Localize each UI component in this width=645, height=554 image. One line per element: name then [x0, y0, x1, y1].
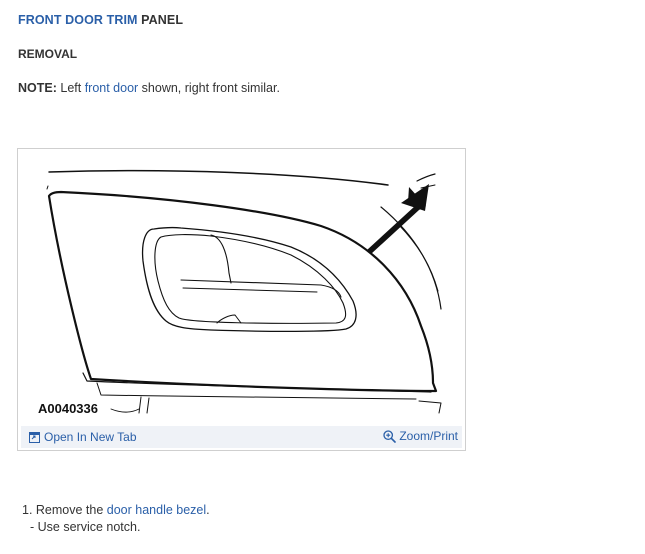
- front-door-link[interactable]: front door: [85, 81, 139, 95]
- note-text-before: Left: [56, 81, 85, 95]
- page-title: FRONT DOOR TRIM PANEL: [18, 13, 183, 27]
- zoom-in-icon: [383, 429, 397, 443]
- illustration-id-label: A0040336: [38, 401, 98, 416]
- callout-arrow: [367, 184, 429, 254]
- door-handle-bezel-link[interactable]: door handle bezel: [107, 503, 206, 517]
- open-new-tab-label: Open In New Tab: [44, 430, 137, 444]
- step-1-suffix: .: [206, 503, 210, 517]
- step-1-prefix: 1. Remove the: [22, 503, 107, 517]
- door-trim-illustration[interactable]: A0040336: [21, 151, 462, 427]
- illustration-figure: A0040336 Open In New Tab Zoom/Print: [17, 148, 466, 451]
- substep-1: - Use service notch.: [30, 520, 141, 534]
- note-paragraph: NOTE: Left front door shown, right front…: [18, 81, 280, 95]
- page-title-rest: PANEL: [137, 13, 184, 27]
- figure-toolbar: Open In New Tab Zoom/Print: [21, 426, 462, 448]
- zoom-print-button[interactable]: Zoom/Print: [383, 429, 458, 443]
- step-1: 1. Remove the door handle bezel.: [22, 503, 210, 517]
- front-door-trim-link[interactable]: FRONT DOOR TRIM: [18, 13, 138, 27]
- zoom-print-label: Zoom/Print: [399, 429, 458, 443]
- note-label: NOTE:: [18, 81, 57, 95]
- section-heading-removal: REMOVAL: [18, 47, 78, 61]
- note-text-after: shown, right front similar.: [138, 81, 280, 95]
- open-new-tab-icon: [29, 431, 40, 443]
- open-new-tab-button[interactable]: Open In New Tab: [29, 430, 137, 444]
